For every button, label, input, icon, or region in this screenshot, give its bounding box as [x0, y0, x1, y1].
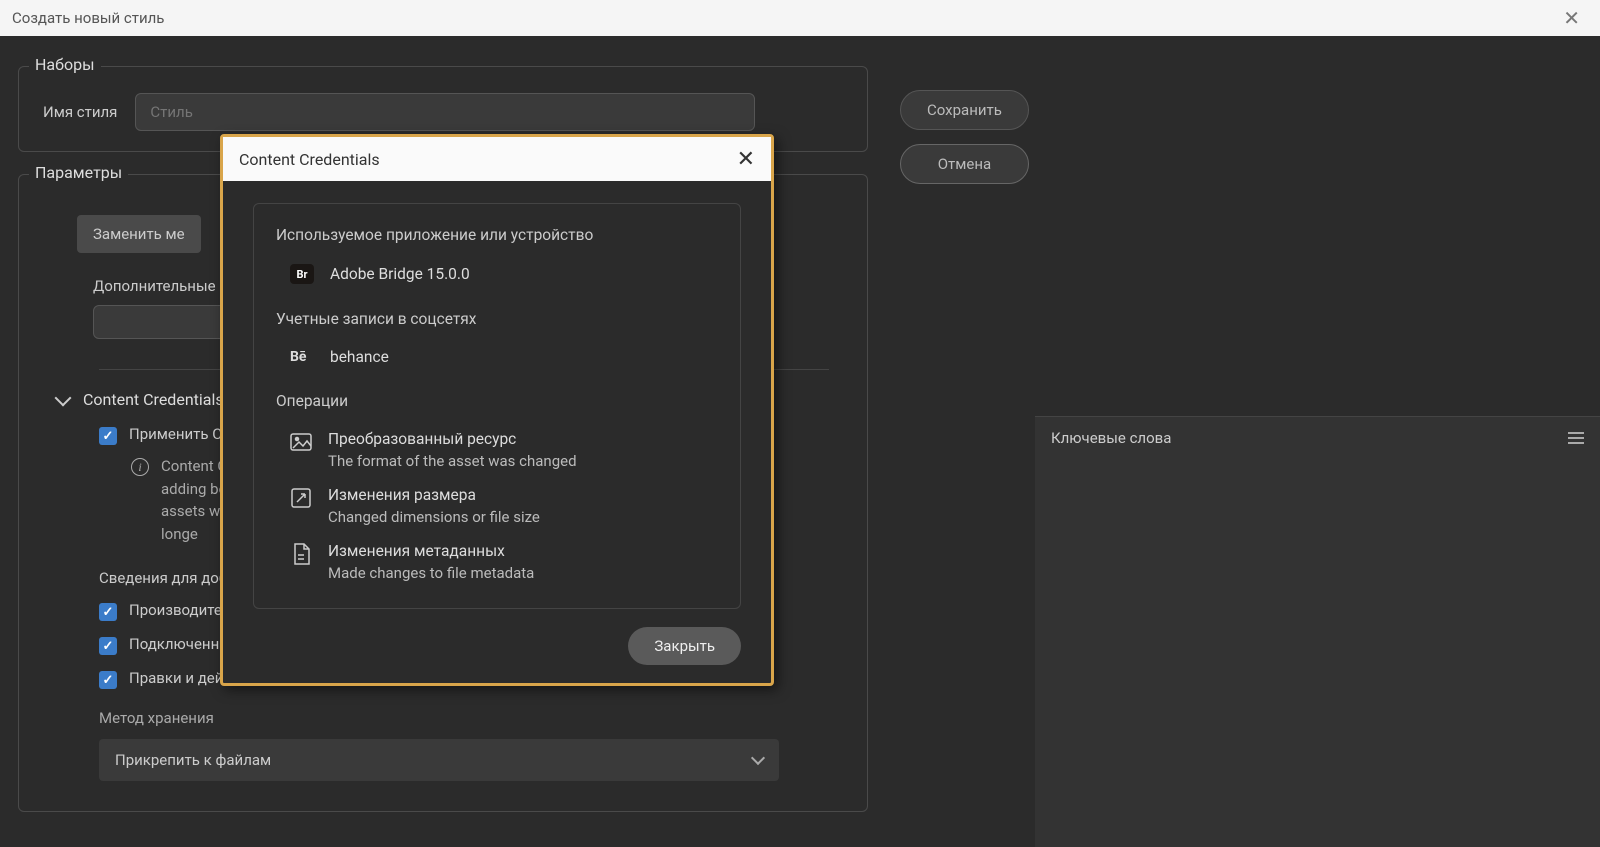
op-title: Изменения размера: [328, 486, 540, 504]
bridge-icon: Br: [290, 264, 314, 284]
connected-label: Подключенны: [129, 635, 231, 653]
operation-row: Изменения метаданных Made changes to fil…: [290, 542, 718, 582]
social-section-header: Учетные записи в соцсетях: [276, 310, 718, 328]
storage-method-value: Прикрепить к файлам: [115, 751, 271, 769]
apply-cc-label: Применить Co: [129, 425, 231, 443]
params-legend: Параметры: [29, 163, 128, 182]
apply-cc-checkbox[interactable]: [99, 427, 117, 445]
op-desc: Made changes to file metadata: [328, 564, 534, 582]
sets-legend: Наборы: [29, 55, 101, 74]
resize-icon: [290, 488, 312, 508]
menu-icon[interactable]: [1568, 432, 1584, 444]
op-desc: Changed dimensions or file size: [328, 508, 540, 526]
producer-checkbox[interactable]: [99, 603, 117, 621]
style-name-input[interactable]: [135, 93, 755, 131]
content-credentials-title: Content Credentials: [83, 390, 224, 409]
app-name: Adobe Bridge 15.0.0: [330, 265, 470, 283]
storage-method-select[interactable]: Прикрепить к файлам: [99, 739, 779, 781]
content-credentials-modal: Content Credentials ✕ Используемое прило…: [220, 134, 774, 686]
info-icon: i: [131, 458, 149, 476]
window-titlebar: Создать новый стиль ✕: [0, 0, 1600, 36]
op-title: Преобразованный ресурс: [328, 430, 577, 448]
panel-title: Ключевые слова: [1051, 429, 1171, 447]
operation-row: Изменения размера Changed dimensions or …: [290, 486, 718, 526]
close-button[interactable]: Закрыть: [628, 627, 741, 665]
op-title: Изменения метаданных: [328, 542, 534, 560]
edits-checkbox[interactable]: [99, 671, 117, 689]
chevron-down-icon: [55, 389, 72, 406]
modal-title: Content Credentials: [239, 150, 380, 169]
style-name-label: Имя стиля: [43, 103, 117, 121]
operations-section-header: Операции: [276, 392, 718, 410]
modal-content: Используемое приложение или устройство B…: [253, 203, 741, 609]
op-desc: The format of the asset was changed: [328, 452, 577, 470]
metadata-icon: [290, 544, 312, 564]
social-account: behance: [330, 348, 389, 366]
window-title: Создать новый стиль: [12, 9, 164, 27]
image-icon: [290, 432, 312, 452]
close-icon[interactable]: ✕: [1555, 2, 1588, 34]
app-section-header: Используемое приложение или устройство: [276, 226, 718, 244]
keywords-panel: Ключевые слова: [1035, 416, 1600, 847]
social-row: Bē behance: [290, 348, 718, 366]
app-row: Br Adobe Bridge 15.0.0: [290, 264, 718, 284]
modal-titlebar: Content Credentials ✕: [223, 137, 771, 181]
behance-icon: Bē: [290, 349, 314, 365]
cancel-button[interactable]: Отмена: [900, 144, 1029, 184]
connected-checkbox[interactable]: [99, 637, 117, 655]
save-button[interactable]: Сохранить: [900, 90, 1029, 130]
operation-row: Преобразованный ресурс The format of the…: [290, 430, 718, 470]
storage-method-label: Метод хранения: [99, 709, 843, 727]
chevron-down-icon: [751, 751, 765, 765]
close-icon[interactable]: ✕: [737, 147, 755, 172]
edits-label: Правки и дей: [129, 669, 223, 687]
replace-metadata-button[interactable]: Заменить ме: [77, 215, 201, 253]
